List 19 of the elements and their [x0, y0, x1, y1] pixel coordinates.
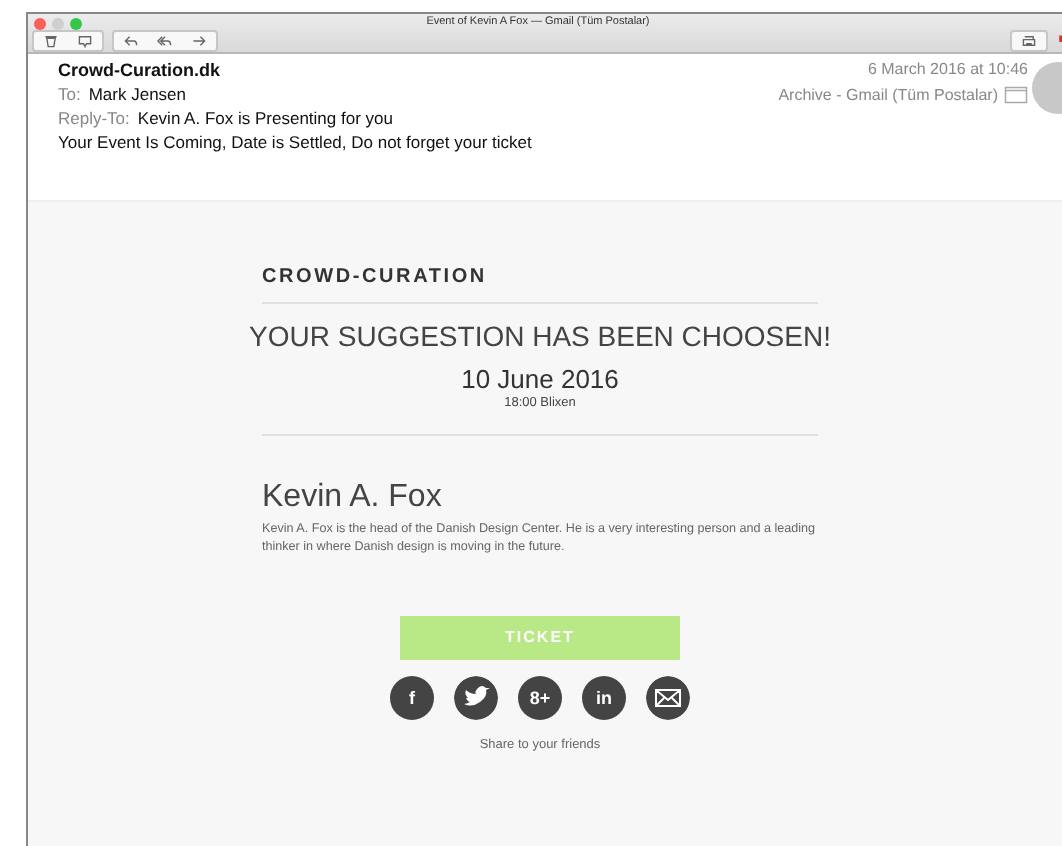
- envelope-icon[interactable]: [646, 675, 690, 720]
- brand-name: CROWD-CURATION: [262, 266, 489, 292]
- received-date: 6 March 2016 at 10:46: [865, 60, 1028, 78]
- subject-line: Your Event Is Coming, Date is Settled, Do not forget your ticket: [58, 132, 534, 152]
- social-share-button[interactable]: 8+: [518, 675, 562, 720]
- sender-name: Crowd-Curation.dk: [58, 60, 222, 80]
- event-date: 10 June 2016: [459, 364, 621, 394]
- bird-icon[interactable]: [454, 675, 498, 720]
- to-label: To:: [58, 84, 81, 104]
- headline: YOUR SUGGESTION HAS BEEN CHOOSEN!: [249, 320, 831, 352]
- speaker-name: Kevin A. Fox: [262, 480, 444, 516]
- reply-to-label: Reply-To:: [58, 108, 130, 128]
- reply-to-value: Kevin A. Fox is Presenting for you: [137, 108, 393, 128]
- recipient-name: Mark Jensen: [88, 84, 187, 104]
- social-share-button[interactable]: in: [582, 675, 626, 720]
- close-button[interactable]: [34, 18, 46, 30]
- social-share-button[interactable]: f: [390, 675, 434, 720]
- mailbox-name: Archive - Gmail (Tüm Postalar): [778, 86, 998, 104]
- folder-icon: [1004, 86, 1028, 104]
